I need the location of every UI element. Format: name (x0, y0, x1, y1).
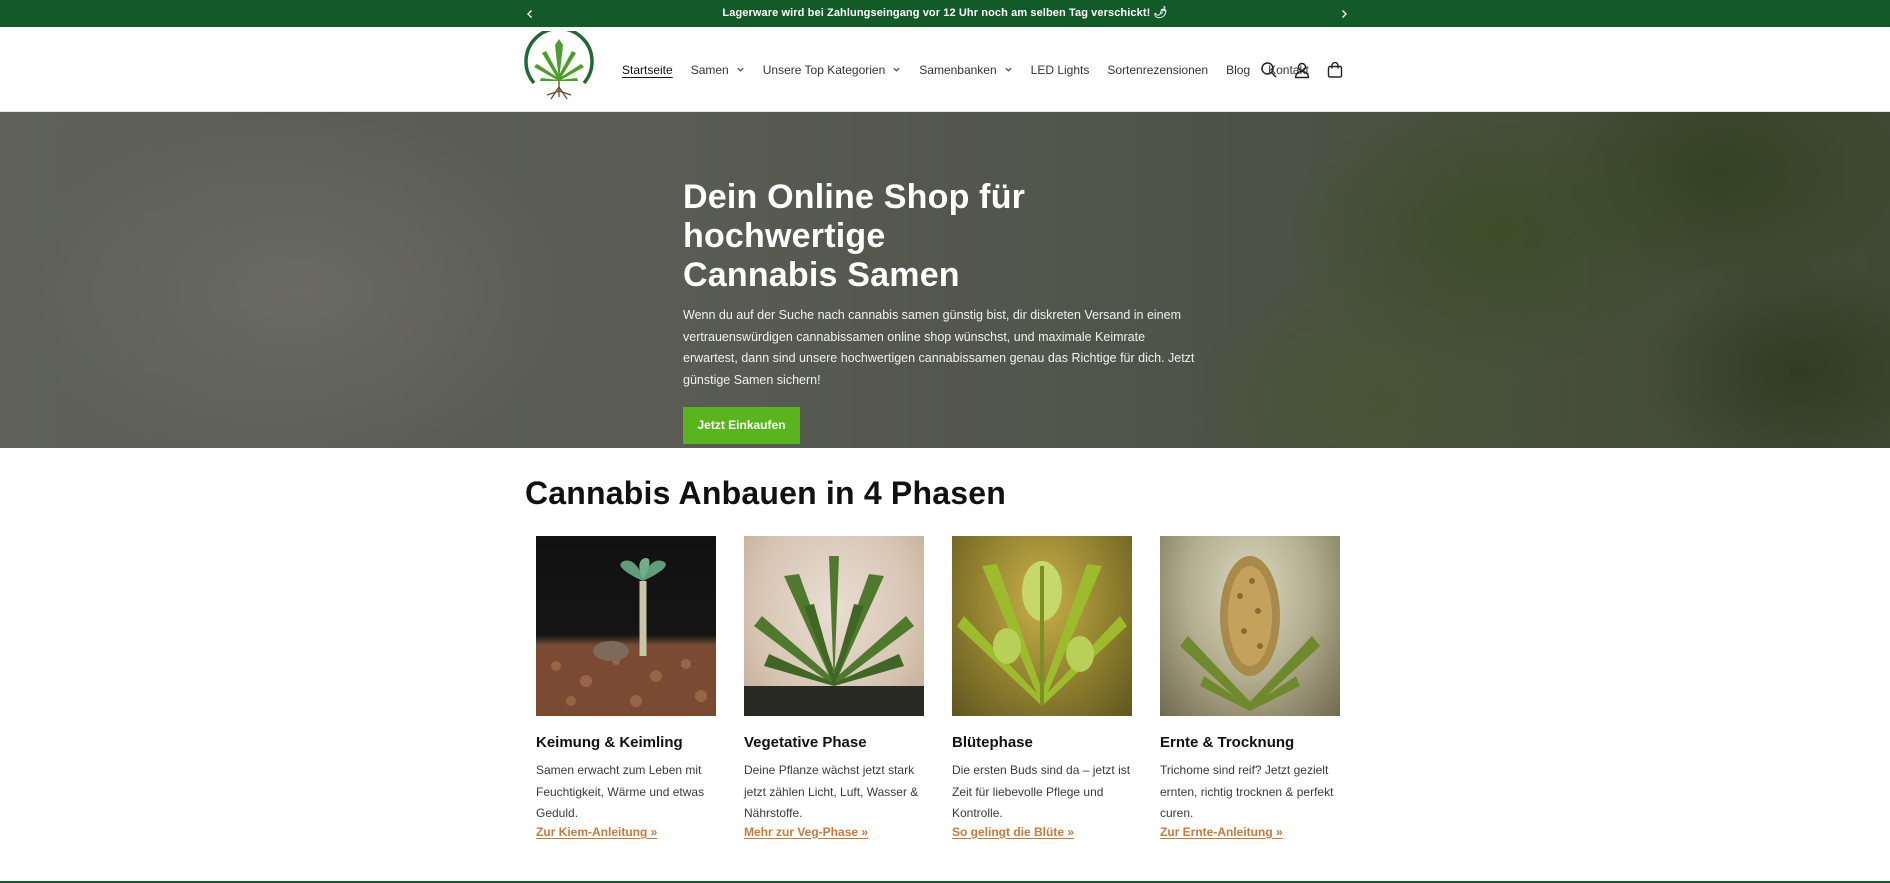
nav-item-samen[interactable]: Samen (691, 63, 745, 77)
hero-title-line-1: Dein Online Shop für hochwertige (683, 178, 1026, 255)
phase-card-keimung: Keimung & Keimling Samen erwacht zum Leb… (536, 536, 716, 839)
chevron-right-icon (1342, 9, 1347, 18)
search-icon (1261, 61, 1277, 78)
user-icon (1294, 62, 1310, 78)
nav-item-label: Samen (690, 62, 729, 77)
chevron-left-icon (527, 9, 532, 18)
nav-item-blog[interactable]: Blog (1226, 63, 1250, 77)
phase-card-title: Blütephase (952, 734, 1033, 751)
harvest-plant-illustration (1180, 556, 1320, 711)
nav-item-samenbanken[interactable]: Samenbanken (919, 63, 1012, 77)
nav-item-label: Unsere Top Kategorien (762, 62, 886, 77)
header-actions (1258, 27, 1357, 112)
phase-card-link[interactable]: So gelingt die Blüte » (952, 825, 1132, 839)
phase-card-text: Deine Pflanze wächst jetzt stark jetzt z… (744, 763, 919, 820)
nav-item-sortenrezensionen[interactable]: Sortenrezensionen (1107, 63, 1208, 77)
account-button[interactable] (1291, 59, 1313, 81)
nav-item-led-lights[interactable]: LED Lights (1031, 63, 1090, 77)
announcement-next-button[interactable] (1334, 0, 1354, 27)
search-button[interactable] (1258, 59, 1280, 81)
chevron-down-icon (1005, 67, 1012, 72)
seedling-image (536, 536, 716, 716)
shop-now-button[interactable]: Jetzt Einkaufen (683, 407, 800, 444)
flowering-plant-illustration (957, 561, 1127, 706)
nav-item-label: Samenbanken (919, 62, 997, 77)
nav-item-label: LED Lights (1030, 62, 1090, 77)
phase-card-text: Samen erwacht zum Leben mit Feuchtigkeit… (536, 763, 705, 820)
phase-card-link[interactable]: Zur Kiem-Anleitung » (536, 825, 716, 839)
chevron-down-icon (893, 67, 900, 72)
vegetative-plant-illustration (744, 556, 924, 716)
seedling-illustration (536, 558, 716, 716)
phase-card-title: Ernte & Trocknung (1160, 734, 1295, 751)
announcement-bar: Lagerware wird bei Zahlungseingang vor 1… (0, 0, 1890, 27)
hero-description: Wenn du auf der Suche nach cannabis same… (683, 308, 1195, 387)
nav-item-top-kategorien[interactable]: Unsere Top Kategorien (763, 63, 902, 77)
phase-card-title: Keimung & Keimling (536, 734, 683, 751)
phases-section-title: Cannabis Anbauen in 4 Phasen (525, 475, 1006, 511)
site-header: Startseite Samen Unsere Top Kategorien S… (0, 26, 1890, 112)
hero-banner: Dein Online Shop für hochwertige Cannabi… (0, 112, 1890, 448)
phase-card-title: Vegetative Phase (744, 734, 867, 751)
vegetative-plant-image (744, 536, 924, 716)
harvest-plant-image (1160, 536, 1340, 716)
phase-card-link[interactable]: Zur Ernte-Anleitung » (1160, 825, 1340, 839)
chevron-down-icon (737, 67, 744, 72)
phases-card-list: Keimung & Keimling Samen erwacht zum Leb… (536, 536, 1368, 839)
hero-content: Dein Online Shop für hochwertige Cannabi… (683, 178, 1203, 444)
hero-title-line-2: Cannabis Samen (683, 256, 960, 294)
phase-card-link[interactable]: Mehr zur Veg-Phase » (744, 825, 924, 839)
phase-card-bluete: Blütephase Die ersten Buds sind da – jet… (952, 536, 1132, 839)
nav-item-label: Sortenrezensionen (1107, 62, 1209, 77)
main-navigation: Startseite Samen Unsere Top Kategorien S… (622, 27, 1327, 112)
nav-item-label: Blog (1226, 62, 1251, 77)
nav-item-label: Startseite (622, 62, 673, 77)
cart-button[interactable] (1324, 59, 1346, 81)
phase-card-text: Trichome sind reif? Jetzt gezielt ernten… (1160, 763, 1334, 820)
flowering-plant-image (952, 536, 1132, 716)
shopping-bag-icon (1327, 61, 1343, 78)
announcement-prev-button[interactable] (520, 0, 540, 27)
cannabis-leaf-logo-icon (524, 26, 594, 100)
site-logo[interactable] (524, 26, 594, 107)
phase-card-ernte: Ernte & Trocknung Trichome sind reif? Je… (1160, 536, 1340, 839)
phase-card-vegetative: Vegetative Phase Deine Pflanze wächst je… (744, 536, 924, 839)
hero-title: Dein Online Shop für hochwertige Cannabi… (683, 178, 1203, 295)
announcement-text: Lagerware wird bei Zahlungseingang vor 1… (722, 7, 1168, 19)
phase-card-text: Die ersten Buds sind da – jetzt ist Zeit… (952, 763, 1131, 820)
nav-item-startseite[interactable]: Startseite (622, 63, 673, 77)
